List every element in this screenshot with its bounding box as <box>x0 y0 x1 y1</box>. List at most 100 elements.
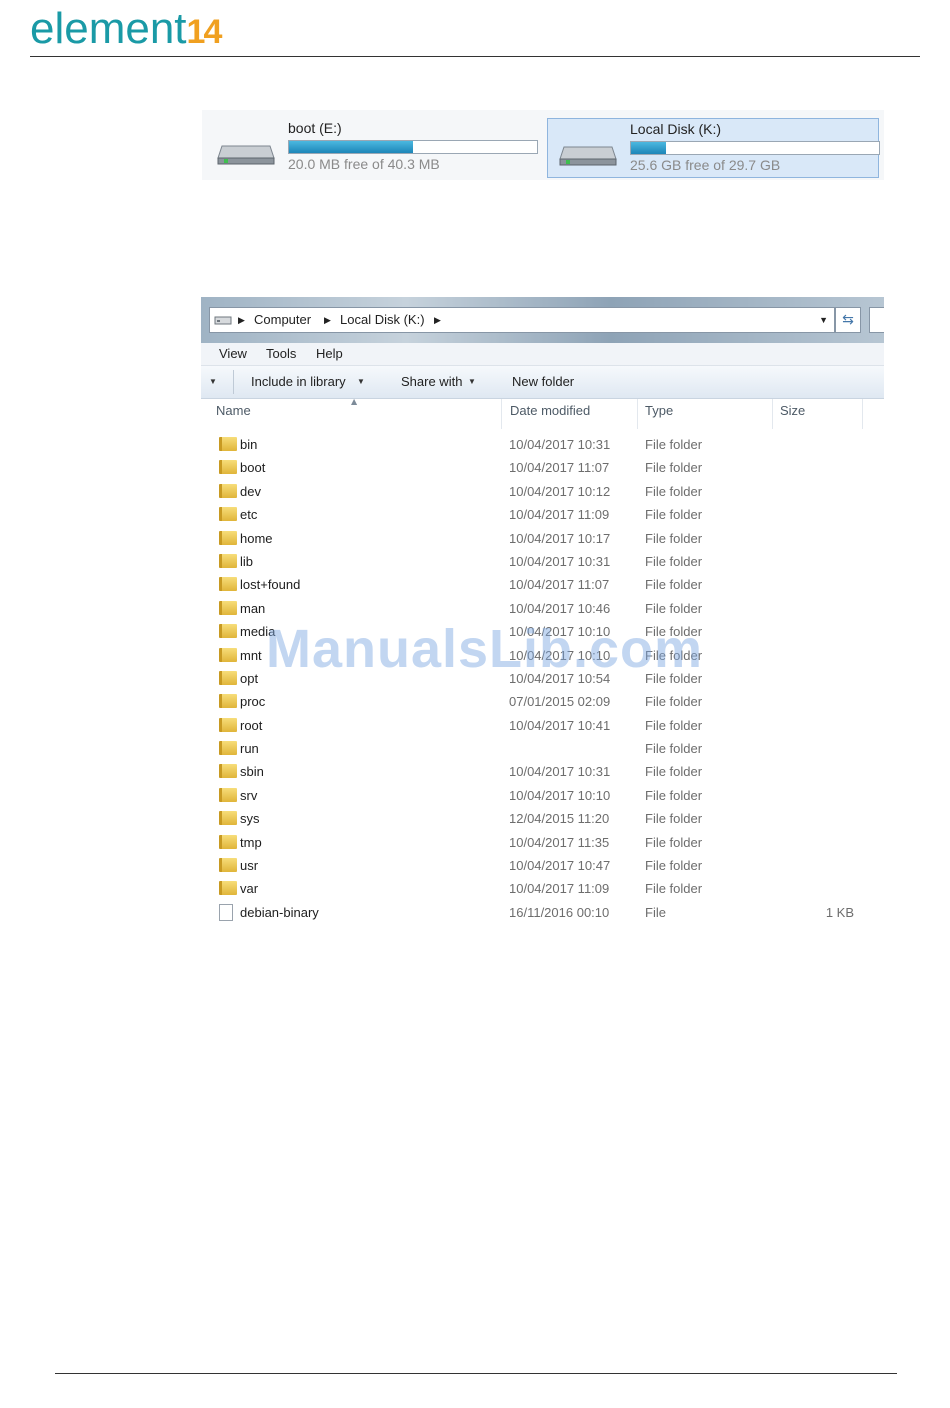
file-name: bin <box>240 437 258 452</box>
folder-icon <box>219 437 237 451</box>
file-name: tmp <box>240 834 262 850</box>
drive-usage-bar <box>288 140 538 154</box>
table-row[interactable]: usr 10/04/2017 10:47 File folder <box>201 855 884 878</box>
table-row[interactable]: sbin 10/04/2017 10:31 File folder <box>201 761 884 784</box>
file-name: root <box>240 717 263 733</box>
table-row[interactable]: srv 10/04/2017 10:10 File folder <box>201 785 884 808</box>
file-type: File folder <box>645 530 703 546</box>
folder-icon <box>219 600 237 615</box>
file-type: File folder <box>645 483 703 499</box>
menu-help[interactable]: Help <box>316 346 343 361</box>
folder-icon <box>219 811 237 826</box>
folder-icon <box>219 460 237 475</box>
table-row[interactable]: root 10/04/2017 10:41 File folder <box>201 715 884 738</box>
column-divider[interactable] <box>862 399 863 429</box>
file-type: File folder <box>645 437 703 452</box>
folder-icon <box>219 553 237 568</box>
toolbar-separator <box>233 370 234 394</box>
date-modified: 10/04/2017 11:35 <box>509 834 610 850</box>
date-modified: 10/04/2017 10:10 <box>509 787 611 803</box>
breadcrumb-local-disk[interactable]: Local Disk (K:) <box>340 312 425 327</box>
computer-icon <box>214 316 232 325</box>
file-name: etc <box>240 507 258 523</box>
drive-boot[interactable]: boot (E:) 20.0 MB free of 40.3 MB <box>206 118 544 176</box>
column-divider[interactable] <box>501 399 502 429</box>
chevron-down-icon[interactable]: ▼ <box>468 377 476 386</box>
folder-icon <box>219 764 237 779</box>
breadcrumb-arrow-icon[interactable]: ▶ <box>434 315 441 326</box>
table-row[interactable]: lost+found 10/04/2017 11:07 File folder <box>201 574 884 597</box>
file-type: File folder <box>645 787 703 803</box>
file-type: File folder <box>645 764 703 780</box>
column-divider[interactable] <box>637 399 638 429</box>
file-name: dev <box>240 483 261 499</box>
file-name: run <box>240 741 259 757</box>
date-modified: 10/04/2017 10:12 <box>509 483 611 499</box>
include-in-library-button[interactable]: Include in library <box>251 374 346 389</box>
table-row[interactable]: boot 10/04/2017 11:07 File folder <box>201 457 884 480</box>
folder-icon <box>219 577 237 592</box>
column-header-type[interactable]: Type <box>645 403 673 429</box>
column-divider[interactable] <box>772 399 773 429</box>
folder-icon <box>219 624 237 639</box>
organize-dropdown-icon[interactable]: ▼ <box>209 377 217 386</box>
logo-text: element <box>30 4 187 53</box>
file-name: usr <box>240 858 259 874</box>
folder-icon <box>219 741 237 756</box>
menu-tools[interactable]: Tools <box>266 346 296 361</box>
file-name: var <box>240 881 259 897</box>
drive-list: boot (E:) 20.0 MB free of 40.3 MB Local … <box>202 110 884 180</box>
refresh-icon[interactable]: ⇆ <box>835 307 861 333</box>
date-modified: 07/01/2015 02:09 <box>509 694 611 710</box>
file-name: proc <box>240 694 266 710</box>
drive-local-disk[interactable]: Local Disk (K:) 25.6 GB free of 29.7 GB <box>547 118 880 178</box>
table-row[interactable]: debian-binary 16/11/2016 00:10 File 1 KB <box>201 902 884 925</box>
drive-free-space: 20.0 MB free of 40.3 MB <box>288 156 440 172</box>
search-input[interactable] <box>869 307 884 333</box>
menu-view[interactable]: View <box>219 346 247 361</box>
table-row[interactable]: dev 10/04/2017 10:12 File folder <box>201 481 884 504</box>
chevron-down-icon[interactable]: ▼ <box>357 377 365 386</box>
breadcrumb-arrow-icon[interactable]: ▶ <box>238 315 245 326</box>
date-modified: 10/04/2017 11:09 <box>509 881 610 897</box>
file-type: File folder <box>645 460 703 476</box>
date-modified: 10/04/2017 11:07 <box>509 460 610 476</box>
folder-icon <box>219 881 237 896</box>
share-with-button[interactable]: Share with <box>401 374 462 389</box>
breadcrumb-computer[interactable]: Computer <box>254 312 311 327</box>
column-header-name[interactable]: Name <box>216 403 251 429</box>
column-header-size[interactable]: Size <box>780 403 805 429</box>
file-name: srv <box>240 787 258 803</box>
address-bar[interactable]: ▶ Computer ▶ Local Disk (K:) ▶ ▼ <box>209 307 835 333</box>
file-name: home <box>240 530 273 546</box>
table-row[interactable]: home 10/04/2017 10:17 File folder <box>201 528 884 551</box>
drive-usage-bar <box>630 141 880 155</box>
folder-icon <box>219 694 237 709</box>
file-type: File folder <box>645 881 703 897</box>
address-dropdown-icon[interactable]: ▼ <box>819 315 828 325</box>
folder-icon <box>219 507 237 522</box>
table-row[interactable]: etc 10/04/2017 11:09 File folder <box>201 504 884 527</box>
table-row[interactable]: tmp 10/04/2017 11:35 File folder <box>201 832 884 855</box>
table-row[interactable]: lib 10/04/2017 10:31 File folder <box>201 551 884 574</box>
menu-bar: View Tools Help <box>201 343 884 366</box>
table-row[interactable]: sys 12/04/2015 11:20 File folder <box>201 808 884 831</box>
column-header-date[interactable]: Date modified <box>510 403 590 429</box>
file-name: debian-binary <box>240 904 319 920</box>
date-modified: 10/04/2017 10:46 <box>509 600 611 616</box>
table-row[interactable]: bin 10/04/2017 10:31 File folder <box>201 434 884 457</box>
table-row[interactable]: var 10/04/2017 11:09 File folder <box>201 878 884 901</box>
folder-icon <box>219 483 237 498</box>
file-type: File folder <box>645 694 703 710</box>
table-row[interactable]: run File folder <box>201 738 884 761</box>
new-folder-button[interactable]: New folder <box>512 374 574 389</box>
file-type: File folder <box>645 717 703 733</box>
file-name: sbin <box>240 764 264 780</box>
footer-rule <box>55 1373 897 1374</box>
folder-icon <box>219 647 237 662</box>
file-name: boot <box>240 460 266 476</box>
breadcrumb-arrow-icon[interactable]: ▶ <box>324 315 331 326</box>
folder-icon <box>219 834 237 849</box>
folder-icon <box>219 717 237 732</box>
table-row[interactable]: proc 07/01/2015 02:09 File folder <box>201 691 884 714</box>
